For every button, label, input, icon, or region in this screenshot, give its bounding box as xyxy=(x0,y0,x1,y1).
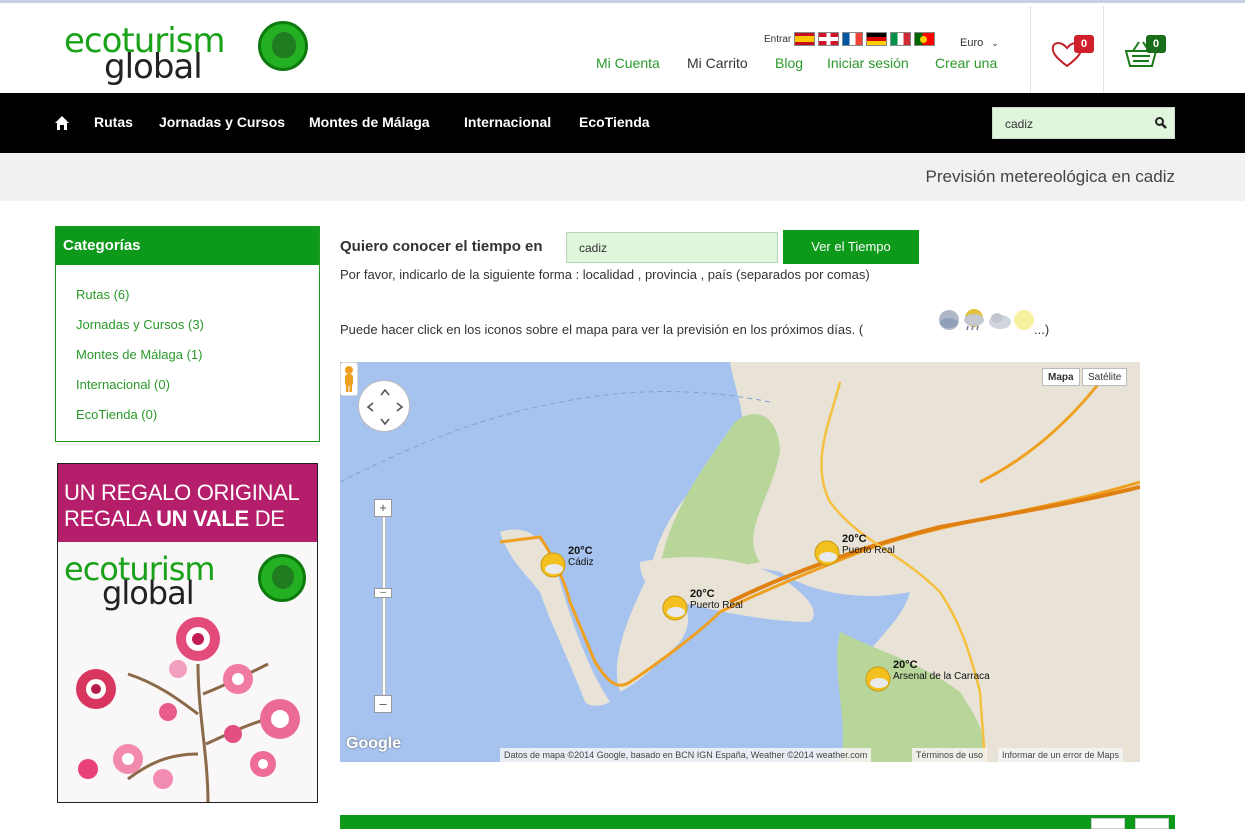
location-input[interactable]: cadiz xyxy=(566,232,778,263)
header-divider xyxy=(1103,6,1104,94)
map-tiles xyxy=(340,362,1140,762)
zoom-slider-handle[interactable]: – xyxy=(374,588,392,598)
map-pan-control[interactable] xyxy=(358,380,410,432)
wishlist-button[interactable]: 0 xyxy=(1050,35,1094,69)
category-link-ecotienda[interactable]: EcoTienda (0) xyxy=(76,407,157,422)
marker-location: Puerto Real xyxy=(690,600,743,611)
page-title: Previsión metereológica en cadiz xyxy=(925,167,1175,186)
sun-cloud-icon xyxy=(662,595,688,621)
logo-text-global: global xyxy=(104,47,203,87)
map-attribution: Datos de mapa ©2014 Google, basado en BC… xyxy=(500,748,872,762)
pan-arrows-icon xyxy=(366,388,404,426)
cloudy-icon xyxy=(989,313,1011,329)
search-input[interactable]: cadiz xyxy=(992,107,1175,139)
terms-of-use-link[interactable]: Términos de uso xyxy=(912,748,988,762)
logo-leaf-icon xyxy=(258,21,308,71)
forecast-prev-button[interactable] xyxy=(1091,818,1125,829)
sun-cloud-icon xyxy=(540,552,566,578)
nav-item-rutas[interactable]: Rutas xyxy=(94,114,133,130)
language-selector: Entrar xyxy=(764,31,936,47)
nav-item-jornadas[interactable]: Jornadas y Cursos xyxy=(159,114,285,130)
banner-logo-leaf-icon xyxy=(258,554,306,602)
cart-count-badge: 0 xyxy=(1146,35,1166,53)
blog-link[interactable]: Blog xyxy=(775,55,803,71)
forecast-section-header xyxy=(340,815,1175,829)
marker-temperature: 20°C xyxy=(842,533,867,545)
map-hint: Puede hacer click en los iconos sobre el… xyxy=(340,322,864,337)
street-view-pegman-icon[interactable] xyxy=(340,362,358,396)
sun-icon xyxy=(1014,310,1034,330)
zoom-slider-track[interactable] xyxy=(382,507,386,707)
es-flag-icon[interactable] xyxy=(794,32,816,46)
currency-selector[interactable]: Euro ⌄ xyxy=(960,37,999,49)
zoom-out-button[interactable]: – xyxy=(374,695,392,713)
map-type-map-button[interactable]: Mapa xyxy=(1042,368,1080,386)
category-link-jornadas[interactable]: Jornadas y Cursos (3) xyxy=(76,317,204,332)
marker-location: Arsenal de la Carraca xyxy=(893,671,990,682)
flowers-illustration xyxy=(76,617,300,802)
nav-item-montes[interactable]: Montes de Málaga xyxy=(309,114,430,130)
currency-label: Euro xyxy=(960,37,984,49)
my-account-link[interactable]: Mi Cuenta xyxy=(596,55,660,71)
report-map-error-link[interactable]: Informar de un error de Maps xyxy=(998,748,1124,762)
site-header: ecoturism global Entrar Euro ⌄ Mi Cuenta … xyxy=(0,0,1245,94)
header-divider xyxy=(1030,6,1031,94)
rain-sun-icon xyxy=(964,309,984,331)
marker-location: Puerto Real xyxy=(842,545,895,556)
format-hint: Por favor, indicarlo de la siguiente for… xyxy=(340,267,870,282)
show-weather-button[interactable]: Ver el Tiempo xyxy=(783,230,919,264)
forecast-next-button[interactable] xyxy=(1135,818,1169,829)
cart-button[interactable]: 0 xyxy=(1124,35,1166,69)
banner-line-2: REGALA UN VALE DE xyxy=(64,506,285,531)
nav-item-internacional[interactable]: Internacional xyxy=(464,114,551,130)
categories-box: Categorías Rutas (6) Jornadas y Cursos (… xyxy=(55,226,320,442)
fr-flag-icon[interactable] xyxy=(842,32,864,46)
banner-line-1: UN REGALO ORIGINAL xyxy=(64,480,300,505)
zoom-in-button[interactable]: + xyxy=(374,499,392,517)
gift-voucher-banner[interactable]: UN REGALO ORIGINAL REGALA UN VALE DE eco… xyxy=(57,463,318,803)
weather-question-label: Quiero conocer el tiempo en xyxy=(340,238,543,255)
search-icon[interactable] xyxy=(1154,116,1168,130)
category-link-internacional[interactable]: Internacional (0) xyxy=(76,377,170,392)
category-link-montes[interactable]: Montes de Málaga (1) xyxy=(76,347,202,362)
sun-cloud-icon xyxy=(814,540,840,566)
create-account-link[interactable]: Crear una xyxy=(935,55,997,71)
marker-temperature: 20°C xyxy=(690,588,715,600)
language-label: Entrar xyxy=(764,33,792,45)
wishlist-count-badge: 0 xyxy=(1074,35,1094,53)
my-cart-link[interactable]: Mi Carrito xyxy=(687,55,748,71)
uk-flag-icon[interactable] xyxy=(818,32,840,46)
partly-cloudy-night-icon xyxy=(939,310,959,330)
weather-map[interactable]: Mapa Satélite + – – 20°C Cádiz 20°C Puer… xyxy=(340,362,1140,762)
pt-flag-icon[interactable] xyxy=(914,32,936,46)
google-logo: Google xyxy=(346,735,402,752)
de-flag-icon[interactable] xyxy=(866,32,888,46)
map-type-satellite-button[interactable]: Satélite xyxy=(1082,368,1128,386)
it-flag-icon[interactable] xyxy=(890,32,912,46)
sun-cloud-icon xyxy=(865,666,891,692)
map-hint-end: ...) xyxy=(1034,322,1050,337)
marker-location: Cádiz xyxy=(568,557,594,568)
category-link-rutas[interactable]: Rutas (6) xyxy=(76,287,129,302)
site-logo[interactable]: ecoturism global xyxy=(62,17,312,87)
nav-item-ecotienda[interactable]: EcoTienda xyxy=(579,114,650,130)
login-link[interactable]: Iniciar sesión xyxy=(827,55,909,71)
categories-heading: Categorías xyxy=(56,227,319,265)
chevron-down-icon: ⌄ xyxy=(991,38,999,48)
marker-temperature: 20°C xyxy=(568,545,593,557)
marker-temperature: 20°C xyxy=(893,659,918,671)
home-icon[interactable] xyxy=(54,115,70,131)
